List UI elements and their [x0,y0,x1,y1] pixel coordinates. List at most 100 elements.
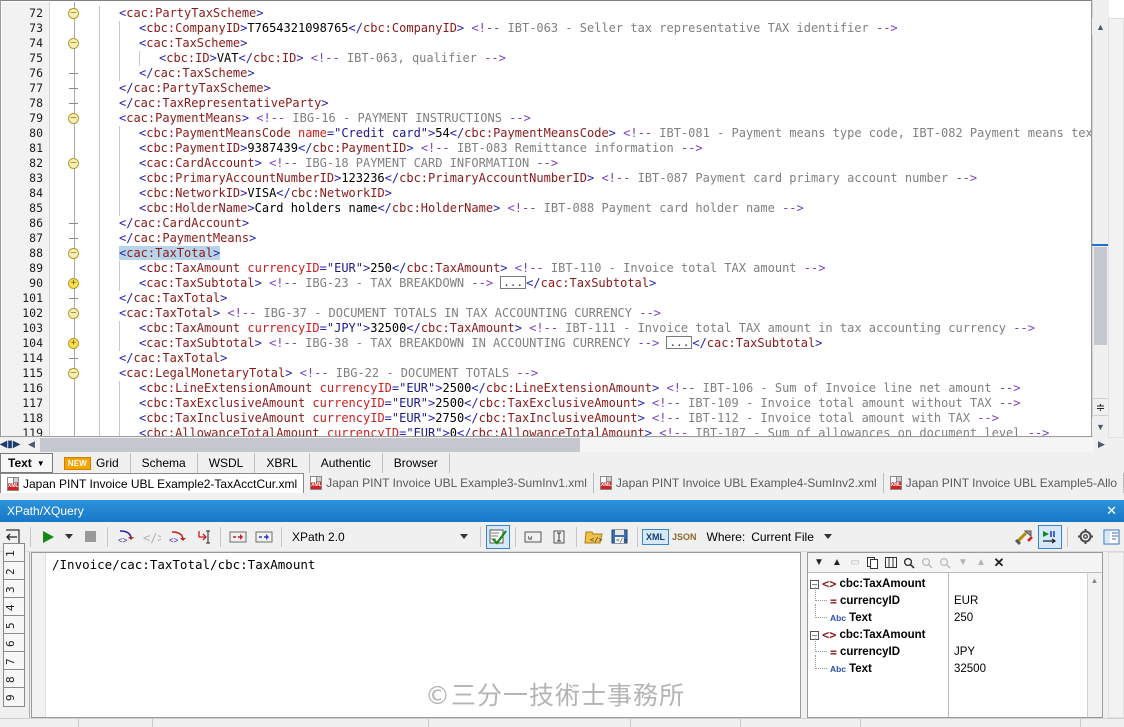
save-file-icon[interactable]: </> [608,525,632,549]
view-tab-wsdl[interactable]: WSDL [198,453,256,473]
fold-collapse-icon[interactable]: – [68,248,79,259]
code-line[interactable]: <cbc:PrimaryAccountNumberID>123236</cbc:… [139,171,977,186]
collapse-all-icon[interactable]: ▲ [973,555,989,571]
search-prev-icon[interactable] [919,555,935,571]
code-line[interactable]: <cbc:TaxExclusiveAmount currencyID="EUR"… [139,396,1021,411]
code-line[interactable]: <cbc:PaymentID>9387439</cbc:PaymentID> <… [139,141,703,156]
scroll-down-arrow[interactable]: ▼ [1092,418,1109,435]
code-line[interactable]: <cbc:TaxAmount currencyID="JPY">32500</c… [139,321,1035,336]
gear-icon[interactable] [1073,525,1097,549]
expand-all-icon[interactable]: ▼ [955,555,971,571]
code-line[interactable]: <cac:TaxSubtotal> <!-- IBG-38 - TAX BREA… [139,336,822,351]
scroll-left-arrow[interactable]: ◀ [23,437,40,452]
open-file-tabs[interactable]: Japan PINT Invoice UBL Example2-TaxAcctC… [0,473,1124,493]
step-into-icon[interactable]: <> [113,525,137,549]
view-tab-authentic[interactable]: Authentic [310,453,383,473]
code-line[interactable]: <cac:TaxTotal> <!-- IBG-37 - DOCUMENT TO… [119,306,661,321]
chevron-down-icon[interactable] [460,534,468,539]
fold-collapse-icon[interactable]: – [68,113,79,124]
result-row[interactable]: = currencyID JPY [808,644,1086,661]
fold-expand-icon[interactable]: + [68,278,79,289]
code-line[interactable]: </cac:TaxScheme> [139,66,255,81]
code-line[interactable]: </cac:PaymentMeans> [119,231,256,246]
window-right-scrollbar-bottom[interactable] [1108,552,1124,718]
xpath-expression-text[interactable]: /Invoice/cac:TaxTotal/cbc:TaxAmount [52,557,315,572]
close-icon[interactable]: ✕ [1106,504,1117,519]
view-mode-tabs[interactable]: Text ▼ NEW Grid Schema WSDL XBRL Authentic Brows… [0,453,1124,473]
file-tab[interactable]: Japan PINT Invoice UBL Example4-SumInv2.… [594,473,884,493]
word-wrap-icon[interactable]: w [521,525,545,549]
copy-all-icon[interactable] [865,555,881,571]
chevron-down-icon[interactable]: ▼ [37,459,45,468]
view-tab-grid[interactable]: NEW Grid [53,453,131,473]
add-breakpoint-red-icon[interactable] [226,525,250,549]
file-tab[interactable]: Japan PINT Invoice UBL Example2-TaxAcctC… [0,473,305,493]
code-line[interactable]: <cbc:TaxInclusiveAmount currencyID="EUR"… [139,411,999,426]
result-row[interactable]: – <> cbc:TaxAmount [808,576,1086,593]
xpath-version-select[interactable]: XPath 2.0 [286,526,476,548]
scroll-up-arrow[interactable]: ▲ [1092,18,1109,35]
where-chevron-down-icon[interactable] [823,534,832,539]
code-line[interactable]: </cac:CardAccount> [119,216,249,231]
output-format-json-button[interactable]: JSON [672,532,697,542]
code-line[interactable]: <cac:LegalMonetaryTotal> <!-- IBG-22 - D… [119,366,538,381]
step-over-icon[interactable]: </> [139,525,163,549]
xpath-expression-editor[interactable]: /Invoice/cac:TaxTotal/cbc:TaxAmount [31,552,801,718]
result-row[interactable]: = currencyID EUR [808,593,1086,610]
file-tab[interactable]: Japan PINT Invoice UBL Example5-Allo [884,473,1124,493]
code-line[interactable]: <cac:TaxScheme> [139,36,247,51]
code-text-area[interactable]: <cac:PartyTaxScheme> <cbc:CompanyID>T7654… [99,2,1091,436]
insert-cursor-icon[interactable] [191,525,215,549]
code-line[interactable]: <cac:TaxSubtotal> <!-- IBG-23 - TAX BREA… [139,276,656,291]
result-row[interactable]: Abc Text 250 [808,610,1086,627]
run-options-dropdown[interactable] [62,525,76,549]
build-tools-icon[interactable] [1012,525,1036,549]
show-invisibles-icon[interactable] [547,525,571,549]
code-folding-gutter[interactable]: – – – – – + – + – [51,2,99,436]
output-format-xml-button[interactable]: XML [642,528,669,545]
editor-vertical-scrollbar[interactable] [1092,0,1109,437]
code-line[interactable]: <cbc:PaymentMeansCode name="Credit card"… [139,126,1091,141]
fold-collapse-icon[interactable]: – [68,308,79,319]
code-line[interactable]: <cbc:LineExtensionAmount currencyID="EUR… [139,381,1021,396]
fold-expand-icon[interactable]: + [68,338,79,349]
code-line[interactable]: </cac:TaxTotal> [119,291,227,306]
horizontal-scrollbar-thumb[interactable] [40,438,580,452]
code-line[interactable]: <cac:CardAccount> <!-- IBG-18 PAYMENT CA… [139,156,558,171]
search-icon[interactable] [901,555,917,571]
file-tab[interactable]: Japan PINT Invoice UBL Example3-SumInv1.… [304,473,594,493]
code-line-selected[interactable]: <cac:TaxTotal> [119,246,221,261]
search-next-icon[interactable] [937,555,953,571]
view-tab-browser[interactable]: Browser [383,453,450,473]
split-view-left-handle[interactable]: ◀▮▶ [0,437,20,452]
scroll-right-arrow[interactable]: ▶ [1093,437,1110,452]
code-line[interactable]: </cac:PartyTaxScheme> [119,81,271,96]
code-line[interactable]: </cac:TaxRepresentativeParty> [119,96,329,111]
evaluate-step-button[interactable] [1038,524,1062,549]
vertical-scrollbar-thumb[interactable] [1094,247,1107,345]
fold-collapse-icon[interactable]: – [68,8,79,19]
window-right-scrollbar-top[interactable] [1108,18,1124,438]
results-scroll-up-arrow[interactable]: ▲ [1087,573,1102,588]
validate-expression-button[interactable] [486,524,510,549]
code-line[interactable]: <cbc:NetworkID>VISA</cbc:NetworkID> [139,186,392,201]
results-tree[interactable]: – <> cbc:TaxAmount = currencyID EUR Abc Text 250… [808,573,1102,717]
code-line[interactable]: </cac:TaxTotal> [119,351,227,366]
view-tab-schema[interactable]: Schema [131,453,198,473]
result-row[interactable]: – <> cbc:TaxAmount [808,627,1086,644]
next-result-icon[interactable]: ▼ [811,555,827,571]
view-tab-text[interactable]: Text ▼ [0,453,53,473]
code-line[interactable]: <cbc:AllowanceTotalAmount currencyID="EU… [139,426,1049,436]
result-row[interactable]: Abc Text 32500 [808,661,1086,678]
previous-result-icon[interactable]: ▲ [829,555,845,571]
add-breakpoint-blue-icon[interactable] [252,525,276,549]
results-vertical-scrollbar[interactable] [1087,573,1102,717]
columns-icon[interactable] [883,555,899,571]
split-view-bottom-handle[interactable]: ≑ [1092,398,1109,416]
code-line[interactable]: <cac:PartyTaxScheme> [119,6,264,21]
fold-collapse-icon[interactable]: – [68,368,79,379]
view-tab-xbrl[interactable]: XBRL [255,453,310,473]
fold-collapse-icon[interactable]: – [68,38,79,49]
code-line[interactable]: <cbc:TaxAmount currencyID="EUR">250</cbc… [139,261,825,276]
editor-horizontal-scrollbar[interactable]: ◀▮▶ ◀ ▶ [0,437,1124,453]
